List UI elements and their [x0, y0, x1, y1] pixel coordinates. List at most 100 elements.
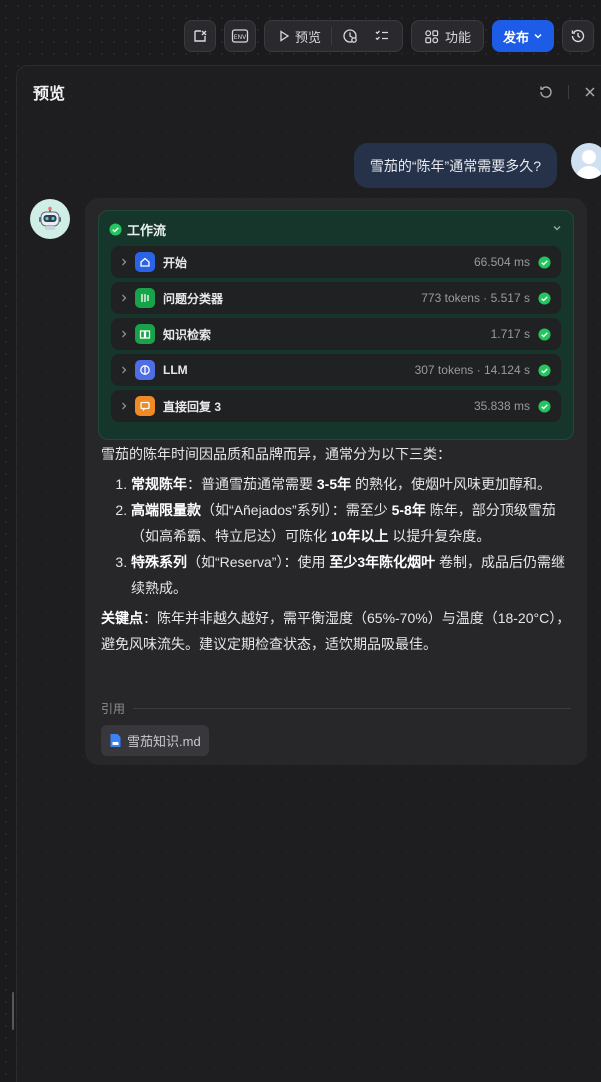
panel-actions: [538, 84, 597, 100]
preview-button[interactable]: 预览: [271, 21, 327, 51]
publish-label: 发布: [502, 29, 529, 45]
item-title: 常规陈年: [131, 476, 187, 492]
panel-title: 预览: [33, 86, 66, 103]
bot-message: 工作流 开始 66.504 ms 问题分类器 773 tokens · 5.51…: [85, 198, 587, 765]
document-icon: [110, 734, 121, 747]
reference-label: 引用: [101, 702, 126, 716]
item-text: ：普通雪茄通常需要: [187, 476, 317, 492]
check-circle-icon: [109, 223, 122, 236]
node-meta: 773 tokens · 5.517 s: [421, 291, 530, 305]
reference-header: 引用: [101, 700, 571, 717]
workflow-node[interactable]: 知识检索 1.717 s: [111, 318, 561, 350]
answer-text: 雪茄的陈年时间因品质和品牌而异，通常分为以下三类： 常规陈年：普通雪茄通常需要 …: [101, 441, 575, 657]
node-label: 知识检索: [163, 327, 212, 342]
reference-file[interactable]: 雪茄知识.md: [101, 725, 209, 756]
workflow-node[interactable]: 直接回复 3 35.838 ms: [111, 390, 561, 422]
key-text: ：陈年并非越久越好，需平衡湿度（65%-70%）与温度（18-20°C），避免风…: [101, 610, 571, 652]
answer-intro: 雪茄的陈年时间因品质和品牌而异，通常分为以下三类：: [101, 446, 451, 462]
node-meta: 307 tokens · 14.124 s: [414, 363, 530, 377]
key-title: 关键点: [101, 610, 143, 626]
item-text: （如“Reserva”）：使用: [187, 554, 330, 570]
preview-panel: 预览 雪茄的“陈年”通常需要多久? 工作流 开始 66.504 ms 问题分类器…: [16, 65, 601, 1082]
node-label: LLM: [163, 363, 188, 377]
node-label: 直接回复 3: [163, 399, 222, 414]
success-icon: [538, 399, 551, 413]
scrollbar[interactable]: [12, 992, 14, 1030]
item-text: 的熟化，使烟叶风味更加醇和。: [351, 476, 552, 492]
success-icon: [538, 291, 551, 305]
brain-icon: [135, 360, 155, 380]
feature-icon: [425, 29, 439, 43]
item-text: 以提升复杂度。: [388, 528, 491, 544]
chevron-right-icon: [122, 330, 127, 338]
preview-group: 预览: [263, 20, 403, 52]
node-meta: 66.504 ms: [473, 255, 530, 269]
feature-button[interactable]: 功能: [410, 20, 484, 52]
chevron-right-icon: [122, 294, 127, 302]
action-divider: [568, 85, 569, 99]
workflow-node-list: 开始 66.504 ms 问题分类器 773 tokens · 5.517 s: [111, 246, 561, 426]
debug-icon: [194, 30, 207, 42]
node-meta: 1.717 s: [490, 327, 530, 341]
debug-button[interactable]: [183, 20, 216, 52]
success-icon: [538, 255, 551, 269]
bot-avatar: [30, 199, 70, 239]
user-message: 雪茄的“陈年”通常需要多久?: [353, 143, 557, 188]
robot-icon: [39, 206, 61, 230]
workflow-node[interactable]: LLM 307 tokens · 14.124 s: [111, 354, 561, 386]
checklist-button[interactable]: [368, 21, 396, 51]
user-message-row: 雪茄的“陈年”通常需要多久?: [353, 143, 601, 188]
classifier-icon: [135, 288, 155, 308]
clock-run-icon: [343, 29, 357, 43]
item-highlight: 至少3年陈化烟叶: [329, 554, 436, 570]
node-label: 开始: [163, 255, 188, 270]
feature-label: 功能: [444, 29, 471, 45]
reference-section: 引用 雪茄知识.md: [101, 700, 571, 756]
node-label: 问题分类器: [163, 291, 224, 306]
item-title: 高端限量款: [131, 502, 201, 518]
node-meta: 35.838 ms: [473, 399, 530, 413]
history-icon: [571, 29, 585, 43]
success-icon: [538, 327, 551, 341]
list-item: 特殊系列（如“Reserva”）：使用 至少3年陈化烟叶 卷制，成品后仍需继续熟…: [131, 549, 575, 601]
publish-button[interactable]: 发布: [491, 20, 554, 52]
run-history-button[interactable]: [336, 21, 364, 51]
restart-icon[interactable]: [538, 84, 554, 100]
chevron-right-icon: [122, 258, 127, 266]
item-text: （如“Añejados”系列）：需至少: [201, 502, 392, 518]
answer-list: 常规陈年：普通雪茄通常需要 3-5年 的熟化，使烟叶风味更加醇和。 高端限量款（…: [101, 471, 575, 601]
list-item: 常规陈年：普通雪茄通常需要 3-5年 的熟化，使烟叶风味更加醇和。: [131, 471, 575, 497]
workflow-header[interactable]: 工作流: [109, 220, 166, 239]
svg-text:ENV: ENV: [234, 34, 247, 41]
item-highlight: 5-8年: [391, 502, 426, 518]
workflow-title: 工作流: [127, 223, 167, 238]
top-toolbar: ENV 预览 功能 发布: [183, 20, 594, 52]
item-highlight: 3-5年: [316, 476, 352, 492]
user-avatar: [571, 143, 601, 179]
close-icon[interactable]: [583, 85, 597, 99]
reference-divider: [133, 708, 571, 709]
chevron-down-icon: [534, 33, 542, 39]
toolbar-divider: [330, 27, 332, 45]
success-icon: [538, 363, 551, 377]
book-icon: [135, 324, 155, 344]
item-highlight: 10年以上: [330, 528, 389, 544]
reference-file-name: 雪茄知识.md: [127, 734, 201, 749]
list-item: 高端限量款（如“Añejados”系列）：需至少 5-8年 陈年，部分顶级雪茄（…: [131, 497, 575, 549]
checklist-icon: [375, 30, 388, 41]
version-history-button[interactable]: [562, 20, 594, 52]
workflow-node[interactable]: 开始 66.504 ms: [111, 246, 561, 278]
home-icon: [135, 252, 155, 272]
answer-key-point: 关键点：陈年并非越久越好，需平衡湿度（65%-70%）与温度（18-20°C），…: [101, 605, 575, 657]
play-icon: [280, 30, 290, 42]
env-button[interactable]: ENV: [223, 20, 256, 52]
item-title: 特殊系列: [131, 554, 187, 570]
chevron-right-icon: [122, 402, 127, 410]
workflow-panel: 工作流 开始 66.504 ms 问题分类器 773 tokens · 5.51…: [98, 210, 574, 440]
preview-label: 预览: [294, 29, 321, 45]
workflow-node[interactable]: 问题分类器 773 tokens · 5.517 s: [111, 282, 561, 314]
chevron-right-icon: [122, 366, 127, 374]
env-icon: ENV: [231, 29, 249, 43]
reply-icon: [135, 396, 155, 416]
chevron-down-icon[interactable]: [551, 222, 563, 234]
